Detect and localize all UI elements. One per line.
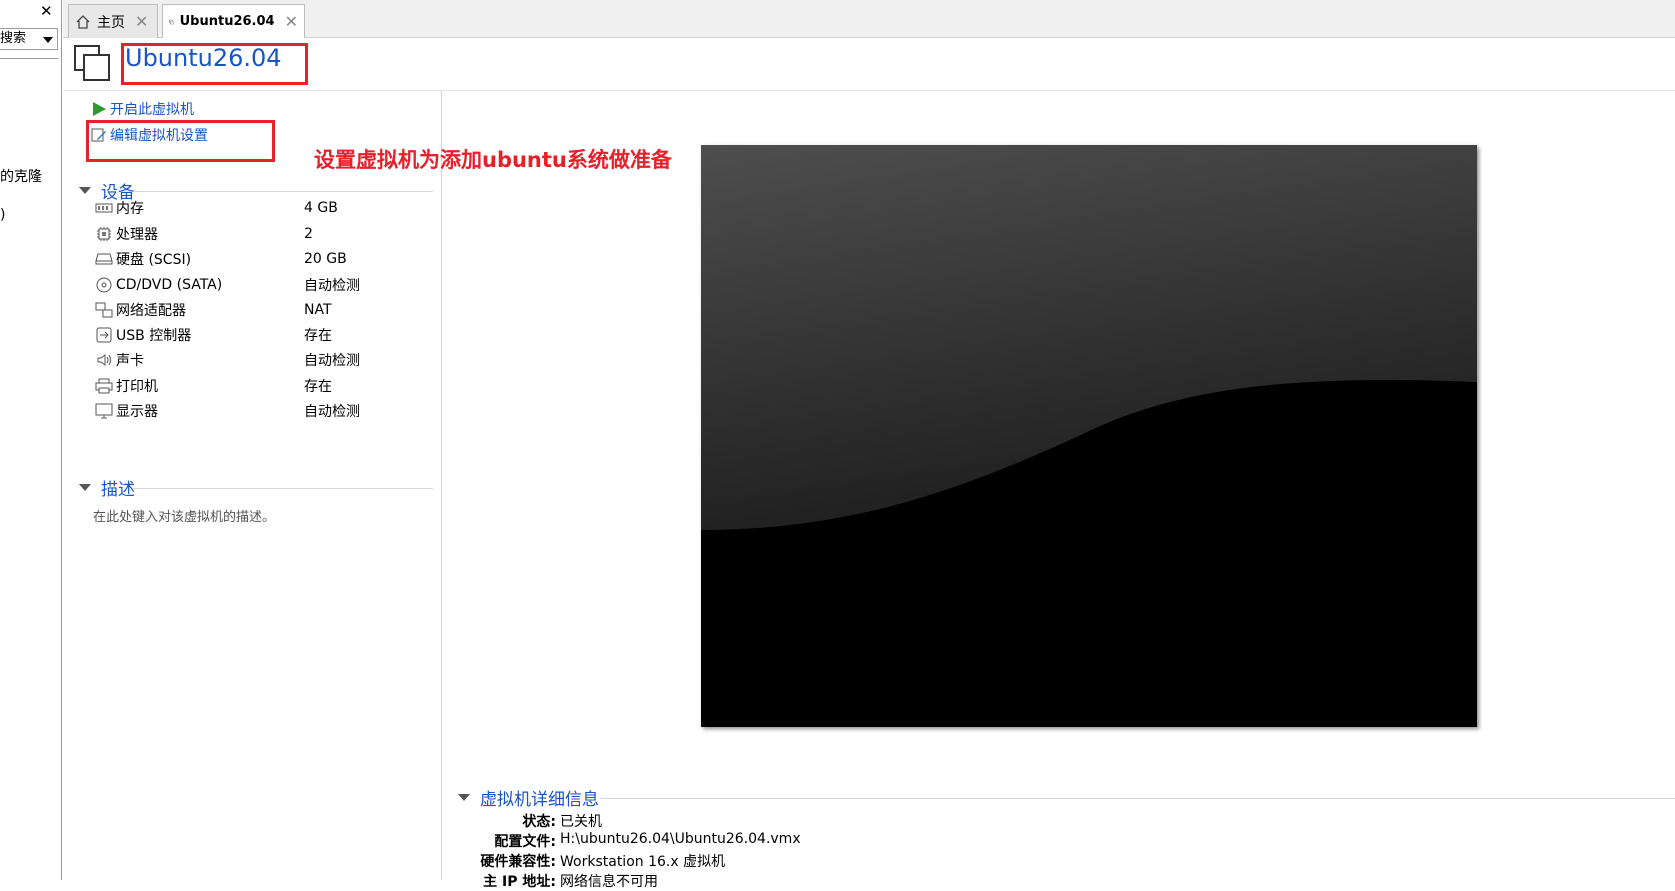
device-row-cpu[interactable]: 处理器 2 <box>94 221 434 247</box>
device-row-display[interactable]: 显示器 自动检测 <box>94 398 434 424</box>
device-value: 存在 <box>304 379 332 395</box>
detail-value: H:\ubuntu26.04\Ubuntu26.04.vmx <box>560 831 801 847</box>
library-tree: 的克隆 ) <box>0 58 58 881</box>
device-value: 自动检测 <box>304 278 360 294</box>
device-value: 4 GB <box>304 200 338 216</box>
highlight-box-edit-settings <box>86 120 275 162</box>
library-search-text: 搜索 <box>0 31 27 46</box>
tab-ubuntu-label: Ubuntu26.04 <box>179 14 275 29</box>
collapse-triangle-icon <box>79 484 91 491</box>
cdrom-icon <box>94 276 114 294</box>
device-row-network[interactable]: 网络适配器 NAT <box>94 297 434 323</box>
device-name: USB 控制器 <box>116 328 192 344</box>
device-row-sound[interactable]: 声卡 自动检测 <box>94 347 434 373</box>
details-section-title: 虚拟机详细信息 <box>480 790 599 810</box>
device-value: 自动检测 <box>304 353 360 369</box>
collapse-triangle-icon <box>79 187 91 194</box>
vm-large-icon <box>74 45 110 81</box>
detail-key: 配置文件: <box>494 834 556 850</box>
device-row-memory[interactable]: 内存 4 GB <box>94 195 434 221</box>
detail-row-compatibility: 硬件兼容性: Workstation 16.x 虚拟机 <box>458 851 858 871</box>
device-name: 打印机 <box>116 379 158 395</box>
harddisk-icon <box>94 250 114 268</box>
play-icon <box>93 102 106 116</box>
tab-home[interactable]: 主页 ✕ <box>68 4 158 38</box>
section-divider <box>133 191 433 192</box>
detail-key: 硬件兼容性: <box>480 854 556 870</box>
tab-ubuntu[interactable]: Ubuntu26.04 ✕ <box>162 4 305 38</box>
device-value: 2 <box>304 226 313 242</box>
detail-row-config-file: 配置文件: H:\ubuntu26.04\Ubuntu26.04.vmx <box>458 831 858 851</box>
device-value: 存在 <box>304 328 332 344</box>
highlight-box-title <box>121 43 308 85</box>
device-name: 网络适配器 <box>116 303 186 319</box>
library-item[interactable]: ) <box>0 207 58 223</box>
close-icon[interactable]: ✕ <box>135 12 148 31</box>
details-section-toggle[interactable]: 虚拟机详细信息 <box>458 785 599 810</box>
detail-key: 主 IP 地址: <box>483 874 556 890</box>
section-divider <box>600 798 1675 799</box>
tab-home-label: 主页 <box>97 14 125 31</box>
close-icon[interactable]: ✕ <box>285 12 298 31</box>
vm-preview-screen[interactable] <box>701 145 1477 727</box>
preview-graphic <box>701 145 1477 727</box>
home-icon <box>76 14 90 29</box>
device-name: 内存 <box>116 201 144 217</box>
memory-icon <box>94 199 114 217</box>
vm-icon <box>169 19 174 24</box>
device-name: 显示器 <box>116 404 158 420</box>
description-section-toggle[interactable]: 描述 <box>79 475 135 500</box>
device-row-cdrom[interactable]: CD/DVD (SATA) 自动检测 <box>94 272 434 298</box>
detail-row-state: 状态: 已关机 <box>458 811 858 831</box>
library-close-button[interactable]: ✕ <box>40 2 53 20</box>
device-value: 自动检测 <box>304 404 360 420</box>
usb-icon <box>94 326 114 344</box>
detail-row-ip: 主 IP 地址: 网络信息不可用 <box>458 871 858 891</box>
network-icon <box>94 301 114 319</box>
detail-value: 网络信息不可用 <box>560 874 658 890</box>
collapse-triangle-icon <box>458 794 470 801</box>
device-row-harddisk[interactable]: 硬盘 (SCSI) 20 GB <box>94 246 434 272</box>
device-row-usb[interactable]: USB 控制器 存在 <box>94 322 434 348</box>
power-on-link[interactable]: 开启此虚拟机 <box>91 99 194 119</box>
device-name: 硬盘 (SCSI) <box>116 252 192 268</box>
device-value: 20 GB <box>304 251 347 267</box>
description-placeholder[interactable]: 在此处键入对该虚拟机的描述。 <box>93 506 275 525</box>
device-value: NAT <box>304 302 332 318</box>
library-panel: ✕ 搜索 的克隆 ) <box>0 0 62 880</box>
detail-value: Workstation 16.x 虚拟机 <box>560 854 726 870</box>
chevron-down-icon[interactable] <box>43 37 53 43</box>
library-search-dropdown[interactable]: 搜索 <box>0 28 58 50</box>
section-divider <box>133 488 433 489</box>
cpu-icon <box>94 225 114 243</box>
speaker-icon <box>94 351 114 369</box>
vm-summary-panel: 开启此虚拟机 编辑虚拟机设置 设备 内存 4 GB 处理器 2 硬盘 (SCSI… <box>63 90 442 880</box>
annotation-text: 设置虚拟机为添加ubuntu系统做准备 <box>314 148 672 172</box>
monitor-icon <box>94 402 114 420</box>
detail-value: 已关机 <box>560 814 602 830</box>
power-on-label: 开启此虚拟机 <box>110 102 194 118</box>
detail-key: 状态: <box>522 814 556 830</box>
tab-bar: 主页 ✕ Ubuntu26.04 ✕ <box>63 0 1675 38</box>
device-name: 处理器 <box>116 227 158 243</box>
description-section-title: 描述 <box>101 480 135 500</box>
device-row-printer[interactable]: 打印机 存在 <box>94 373 434 399</box>
library-item[interactable]: 的克隆 <box>0 166 58 186</box>
printer-icon <box>94 377 114 395</box>
device-name: 声卡 <box>116 353 144 369</box>
device-name: CD/DVD (SATA) <box>116 277 223 293</box>
